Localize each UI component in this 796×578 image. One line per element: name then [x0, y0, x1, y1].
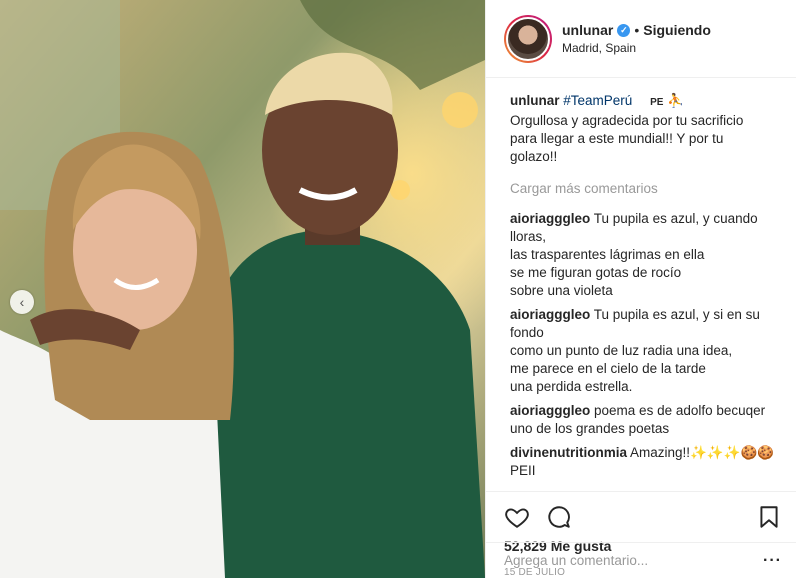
comment-item: divinenutritionmia Amazing!!✨✨✨🍪🍪 PEII: [510, 444, 778, 480]
post-side-panel: unlunar ✓ • Siguiendo Madrid, Spain unlu…: [485, 0, 796, 578]
comment-line: fondo: [510, 325, 544, 340]
comment-text: Amazing!!✨✨✨🍪🍪: [630, 445, 775, 460]
caption-username[interactable]: unlunar: [510, 93, 560, 108]
photo-illustration: [0, 0, 485, 578]
comment-username[interactable]: aioriagggleo: [510, 403, 590, 418]
post-photo[interactable]: ‹: [0, 0, 485, 578]
heart-icon[interactable]: [504, 504, 530, 530]
comment-line: sobre una violeta: [510, 283, 613, 298]
caption-emoji: ⛹: [667, 93, 684, 108]
verified-badge-icon: ✓: [617, 23, 631, 37]
comment-line: me parece en el cielo de la tarde: [510, 361, 706, 376]
separator-dot: •: [634, 22, 640, 38]
caption-line: Orgullosa y agradecida por tu sacrificio: [510, 113, 744, 128]
add-comment-input[interactable]: [504, 553, 764, 568]
comment-line: lloras,: [510, 229, 547, 244]
avatar-image: [506, 16, 550, 61]
action-icons-row: [504, 500, 782, 534]
chevron-left-icon[interactable]: ‹: [10, 290, 34, 314]
bookmark-icon[interactable]: [756, 504, 782, 530]
comments-list[interactable]: unlunar #TeamPerú PE ⛹ Orgullosa y agrad…: [486, 78, 796, 491]
caption-hashtag[interactable]: #TeamPerú: [563, 93, 632, 108]
post-caption: unlunar #TeamPerú PE ⛹ Orgullosa y agrad…: [510, 92, 778, 166]
caption-line: para llegar a este mundial!! Y por tu: [510, 131, 724, 146]
instagram-post-window: ‹ unlunar ✓ • Siguiendo Madrid, Spain un…: [0, 0, 796, 578]
add-comment-bar: ···: [486, 542, 796, 578]
comment-line: se me figuran gotas de rocío: [510, 265, 682, 280]
comment-item: aioriagggleo Tu pupila es azul, y cuando…: [510, 210, 778, 300]
post-header: unlunar ✓ • Siguiendo Madrid, Spain: [486, 0, 796, 78]
avatar[interactable]: [504, 14, 552, 63]
comment-line: como un punto de luz radia una idea,: [510, 343, 733, 358]
header-row: unlunar ✓ • Siguiendo: [562, 22, 711, 38]
comment-username[interactable]: divinenutritionmia: [510, 445, 627, 460]
caption-flag-text: PE: [650, 97, 664, 108]
comment-line: uno de los grandes poetas: [510, 421, 670, 436]
location-link[interactable]: Madrid, Spain: [562, 41, 711, 55]
comment-item: aioriagggleo poema es de adolfo becuqer …: [510, 402, 778, 438]
comment-username[interactable]: aioriagggleo: [510, 211, 590, 226]
comment-icon[interactable]: [546, 504, 572, 530]
comment-text: Tu pupila es azul, y si en su: [593, 307, 760, 322]
load-more-comments-link[interactable]: Cargar más comentarios: [510, 180, 778, 198]
header-text: unlunar ✓ • Siguiendo Madrid, Spain: [562, 22, 711, 55]
username-link[interactable]: unlunar: [562, 22, 613, 38]
comment-text: poema es de adolfo becuqer: [594, 403, 766, 418]
comment-line: las trasparentes lágrimas en ella: [510, 247, 705, 262]
comment-username[interactable]: aioriagggleo: [510, 307, 590, 322]
comment-line: PEII: [510, 463, 536, 478]
caption-line: golazo!!: [510, 149, 558, 164]
comment-line: una perdida estrella.: [510, 379, 633, 394]
following-button[interactable]: Siguiendo: [643, 22, 711, 38]
comment-text: Tu pupila es azul, y cuando: [593, 211, 758, 226]
more-options-icon[interactable]: ···: [763, 552, 782, 570]
comment-item: aioriagggleo Tu pupila es azul, y si en …: [510, 306, 778, 396]
